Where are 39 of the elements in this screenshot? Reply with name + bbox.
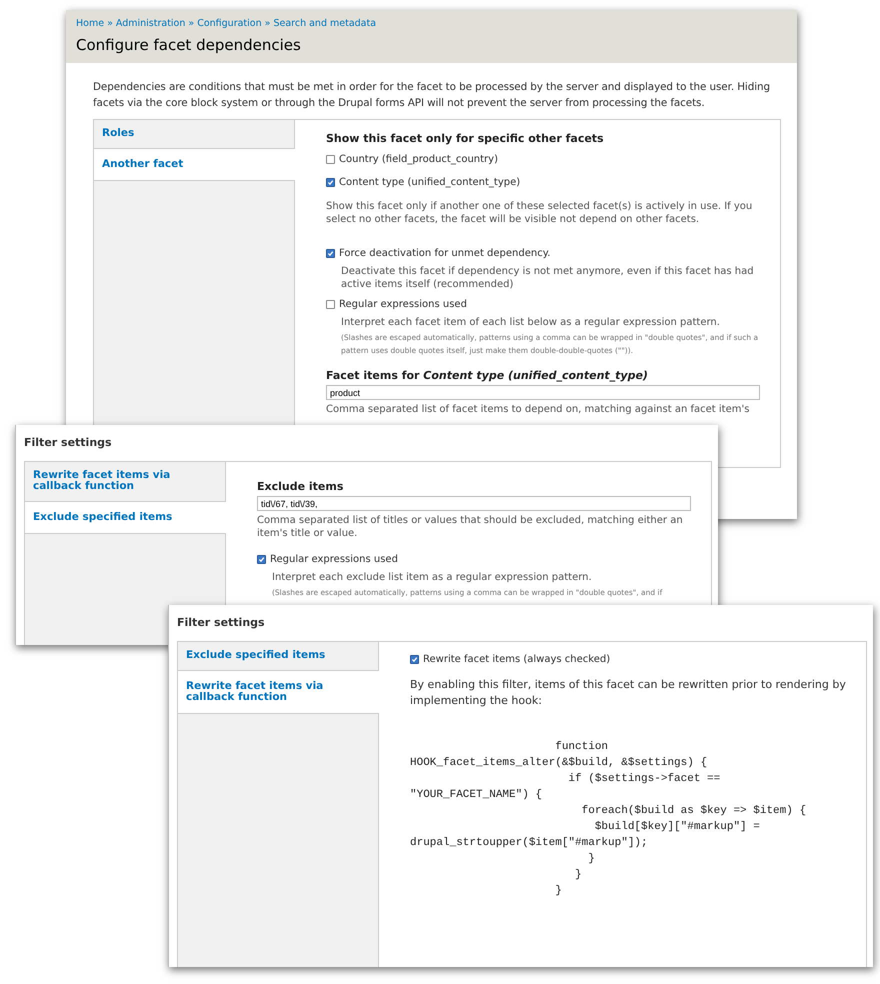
breadcrumb-link[interactable]: Configuration: [197, 18, 262, 29]
checkbox-label: Rewrite facet items (always checked): [423, 654, 610, 665]
breadcrumb-separator: »: [107, 18, 113, 29]
breadcrumb-separator: »: [188, 18, 194, 29]
checkbox-label: Regular expressions used: [270, 554, 398, 565]
help-text: Show this facet only if another one of these selected facet(s) is actively in use. If you select no other facets, the facet will be visible not depend on other facets.: [326, 200, 754, 226]
text-field[interactable]: product: [326, 385, 760, 400]
field-label: Exclude items: [257, 480, 344, 493]
vertical-tab[interactable]: Exclude specified items: [25, 502, 226, 534]
breadcrumb-separator: »: [264, 18, 270, 29]
breadcrumb-link[interactable]: Home: [76, 18, 104, 29]
checkbox[interactable]: [326, 249, 335, 258]
dialog-title: Filter settings: [23, 435, 113, 451]
checkbox-description: Interpret each exclude list item as a regular expression pattern.: [272, 571, 593, 584]
vertical-tab[interactable]: Another facet: [94, 149, 295, 181]
text-field[interactable]: tid\/67, tid\/39,: [257, 496, 691, 511]
checkbox-description: Interpret each facet item of each list below as a regular expression pattern.: [341, 316, 721, 329]
checkbox[interactable]: [326, 155, 335, 164]
section-heading: Show this facet only for specific other facets: [326, 132, 605, 145]
checkbox-label: Content type (unified_content_type): [339, 177, 520, 188]
checkbox[interactable]: [257, 555, 266, 564]
checkbox[interactable]: [410, 655, 419, 664]
checkbox-description: Deactivate this facet if dependency is not met anymore, even if this facet has had active items itself (recommended): [341, 265, 755, 291]
checkbox[interactable]: [326, 300, 335, 309]
field-description: Comma separated list of titles or values that should be excluded, matching either an item's title or value.: [257, 514, 684, 540]
field-description: Comma separated list of facet items to depend on, matching against an facet item's: [326, 403, 750, 416]
page-title: Configure facet dependencies: [76, 36, 302, 54]
checkbox[interactable]: [326, 178, 335, 187]
help-text: By enabling this filter, items of this facet can be rewritten prior to rendering by implementing the hook:: [410, 677, 846, 709]
breadcrumb-link[interactable]: Search and metadata: [273, 18, 376, 29]
breadcrumb-link[interactable]: Administration: [116, 18, 186, 29]
dialog-title: Filter settings: [176, 615, 266, 631]
vertical-tab[interactable]: Rewrite facet items via callback function: [178, 671, 379, 714]
code-text: function HOOK_facet_items_alter(&$build, &$settings) { if ($settings->facet == "YOUR_FACET_NAME") { foreach($build as $key => $item) { $build[$key]["#markup"] = drupal_strtoupper($item["#markup"]); } } }: [410, 740, 808, 899]
checkbox-label: Regular expressions used: [339, 299, 467, 310]
checkbox-label: Force deactivation for unmet dependency.: [339, 248, 550, 259]
field-label: Facet items for Content type (unified_content_type): [326, 369, 649, 382]
page-description: Dependencies are conditions that must be met in order for the facet to be processed by the server and displayed to the user. Hiding facets via the core block system or through the Drupal forms API will not prevent the server from processing the facets.: [93, 80, 771, 111]
checkbox-label: Country (field_product_country): [339, 154, 498, 165]
